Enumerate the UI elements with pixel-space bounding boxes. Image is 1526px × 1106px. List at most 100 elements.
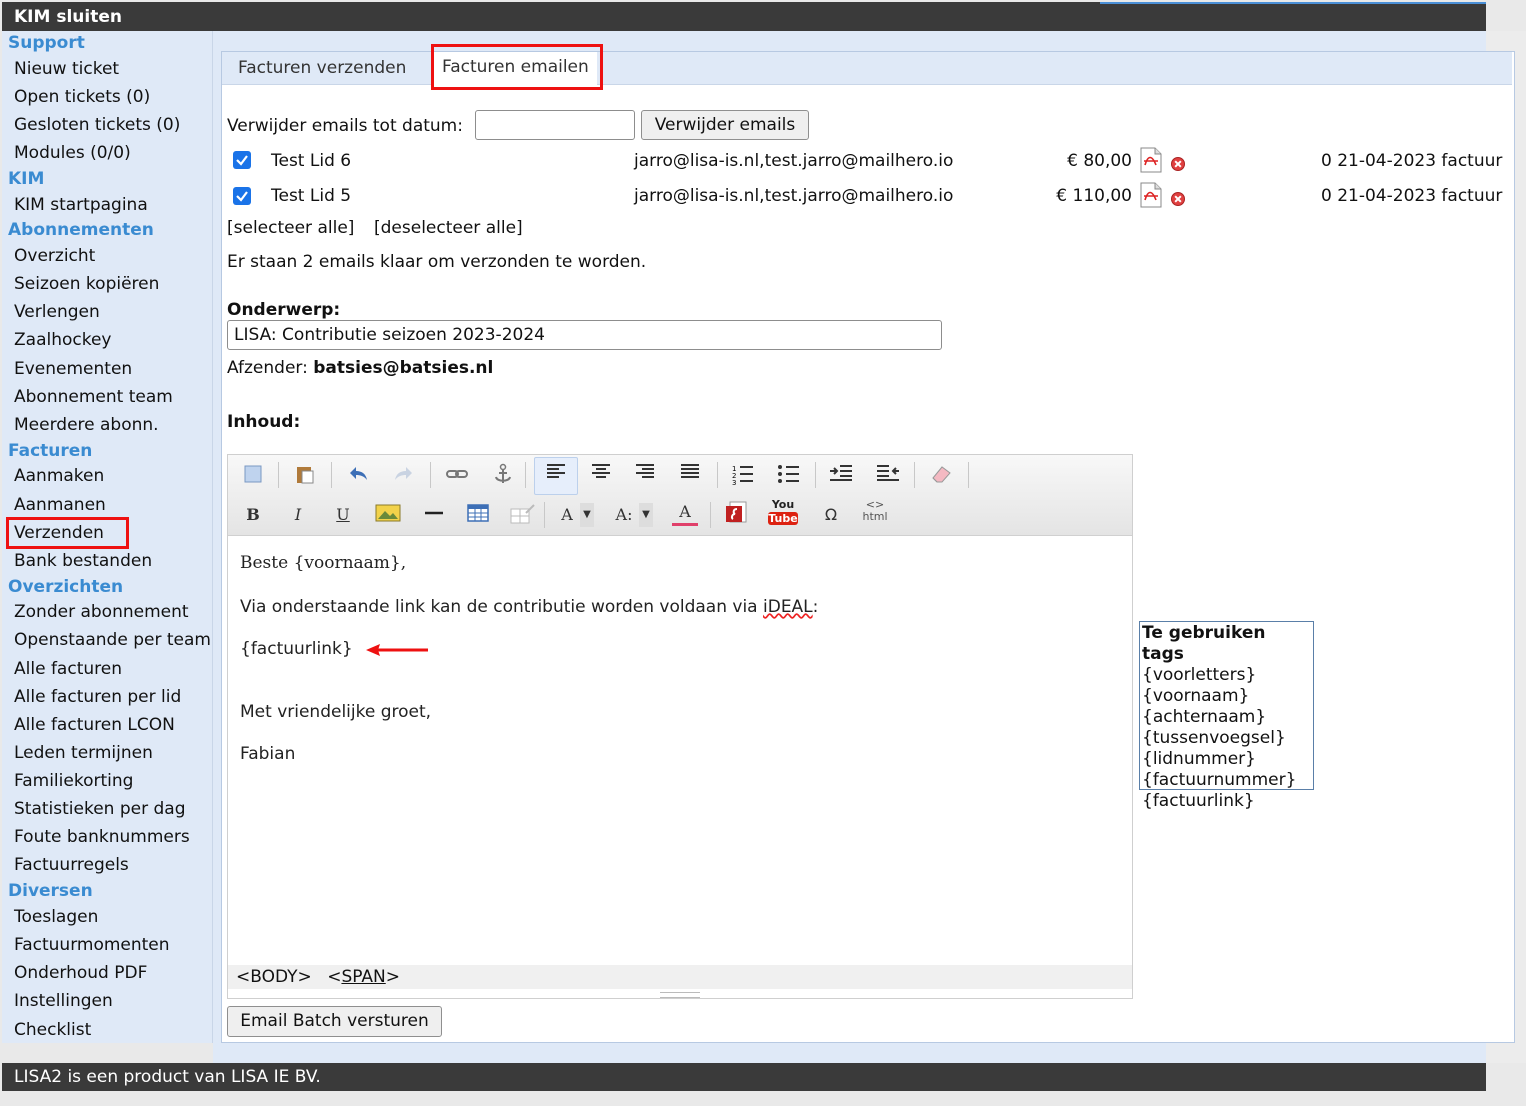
youtube-icon[interactable]: You Tube bbox=[768, 499, 798, 527]
sidebar-item-familiekorting[interactable]: Familiekorting bbox=[14, 771, 133, 791]
sidebar-item-evenementen[interactable]: Evenementen bbox=[14, 359, 132, 379]
link-icon[interactable] bbox=[444, 463, 470, 487]
sidebar-item-modules[interactable]: Modules (0/0) bbox=[14, 143, 131, 163]
pdf-icon[interactable] bbox=[1140, 182, 1162, 208]
toolbar-separator bbox=[430, 462, 431, 488]
sidebar-item-checklist[interactable]: Checklist bbox=[14, 1020, 91, 1040]
sidebar-item-leden-termijnen[interactable]: Leden termijnen bbox=[14, 743, 153, 763]
align-right-icon[interactable] bbox=[632, 463, 658, 487]
anchor-icon[interactable] bbox=[490, 463, 516, 487]
sidebar-item-zaalhockey[interactable]: Zaalhockey bbox=[14, 330, 111, 350]
font-color-icon[interactable]: A bbox=[672, 501, 698, 526]
sender-label: Afzender: bbox=[227, 358, 308, 378]
sidebar-item-overzicht[interactable]: Overzicht bbox=[14, 246, 95, 266]
table-icon[interactable] bbox=[465, 503, 491, 527]
font-family-icon[interactable]: A bbox=[554, 503, 580, 527]
sidebar-item-seizoen-kopieren[interactable]: Seizoen kopiëren bbox=[14, 274, 159, 294]
subject-input[interactable] bbox=[227, 320, 942, 350]
html-label: html bbox=[862, 510, 888, 523]
sidebar-item-openstaande-per-team[interactable]: Openstaande per team bbox=[14, 630, 211, 650]
align-left-icon[interactable] bbox=[534, 457, 578, 495]
underline-icon[interactable]: U bbox=[330, 503, 356, 527]
sidebar-item-kim-startpagina[interactable]: KIM startpagina bbox=[14, 195, 148, 215]
image-icon[interactable] bbox=[375, 503, 401, 527]
sidebar-item-alle-facturen-per-lid[interactable]: Alle facturen per lid bbox=[14, 687, 181, 707]
subject-label: Onderwerp: bbox=[227, 300, 341, 320]
align-justify-icon[interactable] bbox=[677, 463, 703, 487]
eraser-icon[interactable] bbox=[928, 463, 954, 487]
select-all-link[interactable]: [selecteer alle] bbox=[227, 218, 354, 238]
delete-icon[interactable] bbox=[1171, 157, 1185, 171]
sidebar-item-meerdere-abonn[interactable]: Meerdere abonn. bbox=[14, 415, 159, 435]
toolbar-separator bbox=[544, 502, 545, 528]
sender-value: batsies@batsies.nl bbox=[313, 358, 494, 378]
sidebar-item-nieuw-ticket[interactable]: Nieuw ticket bbox=[14, 59, 119, 79]
bullet-list-icon[interactable] bbox=[776, 463, 802, 487]
align-center-icon[interactable] bbox=[588, 463, 614, 487]
tag-item: {achternaam} bbox=[1142, 707, 1267, 727]
redo-icon[interactable] bbox=[391, 463, 417, 487]
editor-closing: Met vriendelijke groet, bbox=[240, 702, 432, 722]
sidebar-item-alle-facturen-lcon[interactable]: Alle facturen LCON bbox=[14, 715, 175, 735]
toolbar-separator bbox=[914, 462, 915, 488]
editor-toolbar: 123 B I U A ▼ A: ▼ A You Tube Ω <> html bbox=[228, 455, 1132, 536]
flash-icon[interactable] bbox=[723, 501, 749, 525]
sidebar-item-abonnement-team[interactable]: Abonnement team bbox=[14, 387, 173, 407]
bold-icon[interactable]: B bbox=[240, 503, 266, 527]
select-all-icon[interactable] bbox=[240, 463, 266, 487]
ideal-word: iDEAL bbox=[763, 597, 813, 617]
chevron-down-icon[interactable]: ▼ bbox=[639, 503, 653, 527]
special-char-icon[interactable]: Ω bbox=[818, 503, 844, 527]
sidebar-item-aanmanen[interactable]: Aanmanen bbox=[14, 495, 106, 515]
sidebar-item-factuurmomenten[interactable]: Factuurmomenten bbox=[14, 935, 170, 955]
row-name: Test Lid 5 bbox=[271, 186, 352, 206]
row-emails: jarro@lisa-is.nl,test.jarro@mailhero.io bbox=[634, 186, 954, 206]
sidebar-item-bank-bestanden[interactable]: Bank bestanden bbox=[14, 551, 152, 571]
sidebar-section-kim: KIM bbox=[8, 169, 45, 189]
titlebar-accent bbox=[1100, 2, 1486, 4]
delete-date-input[interactable] bbox=[475, 110, 635, 140]
status-span-tag[interactable]: <SPAN> bbox=[327, 967, 400, 987]
sidebar-section-diversen: Diversen bbox=[8, 881, 93, 901]
sidebar-item-zonder-abonnement[interactable]: Zonder abonnement bbox=[14, 602, 189, 622]
sidebar-item-alle-facturen[interactable]: Alle facturen bbox=[14, 659, 122, 679]
tab-facturen-verzenden[interactable]: Facturen verzenden bbox=[238, 58, 406, 78]
tag-item: {tussenvoegsel} bbox=[1142, 728, 1286, 748]
sidebar-item-instellingen[interactable]: Instellingen bbox=[14, 991, 113, 1011]
tab-strip: Facturen verzenden Facturen emailen bbox=[222, 52, 1512, 85]
horizontal-rule-icon[interactable] bbox=[421, 503, 447, 527]
sidebar-item-open-tickets[interactable]: Open tickets (0) bbox=[14, 87, 150, 107]
sidebar-item-statistieken-per-dag[interactable]: Statistieken per dag bbox=[14, 799, 186, 819]
undo-icon[interactable] bbox=[345, 463, 371, 487]
delete-emails-button[interactable]: Verwijder emails bbox=[641, 110, 809, 140]
row-checkbox[interactable] bbox=[233, 187, 251, 205]
html-source-icon[interactable]: <> html bbox=[860, 499, 890, 527]
editor-link-tag: {factuurlink} bbox=[240, 639, 353, 659]
chevron-down-icon[interactable]: ▼ bbox=[580, 503, 594, 527]
numbered-list-icon[interactable]: 123 bbox=[730, 463, 756, 487]
font-size-icon[interactable]: A: bbox=[611, 503, 637, 527]
delete-icon[interactable] bbox=[1171, 192, 1185, 206]
resize-grip-icon[interactable] bbox=[660, 992, 700, 998]
deselect-all-link[interactable]: [deselecteer alle] bbox=[374, 218, 523, 238]
arrow-annotation-icon bbox=[366, 644, 428, 656]
italic-icon[interactable]: I bbox=[285, 503, 311, 527]
sidebar-item-gesloten-tickets[interactable]: Gesloten tickets (0) bbox=[14, 115, 180, 135]
row-amount: € 80,00 bbox=[1067, 151, 1132, 171]
paste-icon[interactable] bbox=[292, 463, 318, 487]
outdent-icon[interactable] bbox=[875, 463, 901, 487]
table-edit-icon[interactable] bbox=[510, 503, 536, 527]
sidebar-item-factuurregels[interactable]: Factuurregels bbox=[14, 855, 129, 875]
email-batch-send-button[interactable]: Email Batch versturen bbox=[227, 1006, 442, 1037]
sidebar-item-foute-banknummers[interactable]: Foute banknummers bbox=[14, 827, 190, 847]
pdf-icon[interactable] bbox=[1140, 147, 1162, 173]
sidebar-item-verlengen[interactable]: Verlengen bbox=[14, 302, 100, 322]
status-body-tag[interactable]: <BODY> bbox=[236, 967, 312, 987]
row-checkbox[interactable] bbox=[233, 151, 251, 169]
highlight-tab-emailen bbox=[431, 44, 603, 90]
indent-icon[interactable] bbox=[828, 463, 854, 487]
sidebar-item-aanmaken[interactable]: Aanmaken bbox=[14, 466, 104, 486]
sidebar-item-toeslagen[interactable]: Toeslagen bbox=[14, 907, 98, 927]
tag-item: {lidnummer} bbox=[1142, 749, 1256, 769]
sidebar-item-onderhoud-pdf[interactable]: Onderhoud PDF bbox=[14, 963, 147, 983]
